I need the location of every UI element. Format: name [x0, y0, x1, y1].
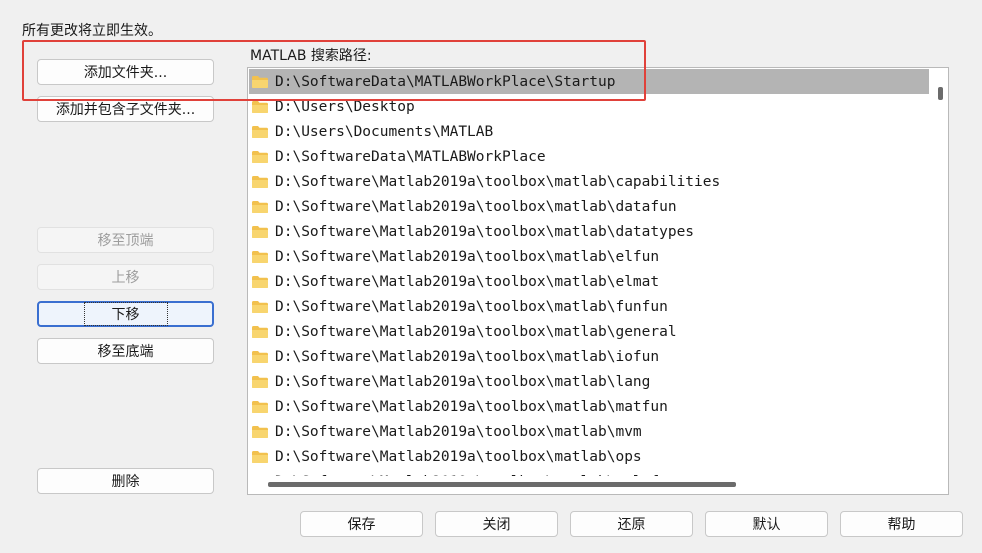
- path-list-item[interactable]: D:\Software\Matlab2019a\toolbox\matlab\d…: [249, 194, 929, 219]
- path-text: D:\Users\Desktop: [275, 98, 415, 115]
- folder-icon: [252, 250, 268, 263]
- path-text: D:\Software\Matlab2019a\toolbox\matlab\e…: [275, 248, 660, 265]
- path-text: D:\Software\Matlab2019a\toolbox\matlab\l…: [275, 373, 651, 390]
- revert-button[interactable]: 还原: [570, 511, 693, 537]
- folder-icon: [252, 150, 268, 163]
- folder-icon: [252, 125, 268, 138]
- save-button[interactable]: 保存: [300, 511, 423, 537]
- folder-icon: [252, 375, 268, 388]
- folder-icon: [252, 75, 268, 88]
- path-text: D:\Software\Matlab2019a\toolbox\matlab\d…: [275, 198, 677, 215]
- folder-icon: [252, 300, 268, 313]
- search-path-viewport: D:\SoftwareData\MATLABWorkPlace\Startup D…: [249, 69, 929, 478]
- path-list-item[interactable]: D:\SoftwareData\MATLABWorkPlace\Startup: [249, 69, 929, 94]
- folder-icon: [252, 100, 268, 113]
- path-text: D:\Software\Matlab2019a\toolbox\matlab\c…: [275, 173, 721, 190]
- add-folder-button[interactable]: 添加文件夹...: [37, 59, 214, 85]
- path-text: D:\SoftwareData\MATLABWorkPlace: [275, 148, 546, 165]
- path-list-item[interactable]: D:\Software\Matlab2019a\toolbox\matlab\d…: [249, 219, 929, 244]
- path-text: D:\SoftwareData\MATLABWorkPlace\Startup: [275, 73, 616, 90]
- vertical-scrollbar[interactable]: [930, 68, 948, 477]
- remove-button[interactable]: 删除: [37, 468, 214, 494]
- path-list-item[interactable]: D:\Users\Documents\MATLAB: [249, 119, 929, 144]
- path-text: D:\Software\Matlab2019a\toolbox\matlab\e…: [275, 273, 660, 290]
- horizontal-scrollbar[interactable]: [248, 476, 928, 494]
- notice-text: 所有更改将立即生效。: [22, 23, 162, 39]
- path-list-item[interactable]: D:\Software\Matlab2019a\toolbox\matlab\e…: [249, 244, 929, 269]
- search-path-label: MATLAB 搜索路径:: [250, 48, 372, 64]
- path-list-item[interactable]: D:\Software\Matlab2019a\toolbox\matlab\i…: [249, 344, 929, 369]
- folder-icon: [252, 350, 268, 363]
- path-list-item[interactable]: D:\Software\Matlab2019a\toolbox\matlab\l…: [249, 369, 929, 394]
- path-list-item[interactable]: D:\Software\Matlab2019a\toolbox\matlab\e…: [249, 269, 929, 294]
- path-list-item[interactable]: D:\Software\Matlab2019a\toolbox\matlab\f…: [249, 294, 929, 319]
- path-text: D:\Software\Matlab2019a\toolbox\matlab\m…: [275, 423, 642, 440]
- search-path-list[interactable]: D:\SoftwareData\MATLABWorkPlace\Startup D…: [247, 67, 949, 495]
- folder-icon: [252, 175, 268, 188]
- path-text: D:\Software\Matlab2019a\toolbox\matlab\g…: [275, 323, 677, 340]
- path-text: D:\Software\Matlab2019a\toolbox\matlab\f…: [275, 298, 668, 315]
- path-list-item[interactable]: D:\SoftwareData\MATLABWorkPlace: [249, 144, 929, 169]
- path-list-item[interactable]: D:\Software\Matlab2019a\toolbox\matlab\o…: [249, 444, 929, 469]
- close-button[interactable]: 关闭: [435, 511, 558, 537]
- path-list-item[interactable]: D:\Software\Matlab2019a\toolbox\matlab\g…: [249, 319, 929, 344]
- folder-icon: [252, 200, 268, 213]
- folder-icon: [252, 275, 268, 288]
- folder-icon: [252, 325, 268, 338]
- path-list-item[interactable]: D:\Software\Matlab2019a\toolbox\matlab\c…: [249, 169, 929, 194]
- move-to-bottom-button[interactable]: 移至底端: [37, 338, 214, 364]
- folder-icon: [252, 425, 268, 438]
- path-text: D:\Software\Matlab2019a\toolbox\matlab\d…: [275, 223, 695, 240]
- path-text: D:\Users\Documents\MATLAB: [275, 123, 494, 140]
- help-button[interactable]: 帮助: [840, 511, 963, 537]
- path-list-item[interactable]: D:\Software\Matlab2019a\toolbox\matlab\m…: [249, 419, 929, 444]
- path-text: D:\Software\Matlab2019a\toolbox\matlab\i…: [275, 348, 660, 365]
- path-list-item[interactable]: D:\Software\Matlab2019a\toolbox\matlab\m…: [249, 394, 929, 419]
- vertical-scroll-thumb[interactable]: [938, 87, 943, 100]
- horizontal-scroll-thumb[interactable]: [268, 482, 736, 487]
- move-to-top-button[interactable]: 移至顶端: [37, 227, 214, 253]
- move-down-label: 下移: [83, 302, 168, 326]
- path-list-item[interactable]: D:\Users\Desktop: [249, 94, 929, 119]
- add-with-subfolders-button[interactable]: 添加并包含子文件夹...: [37, 96, 214, 122]
- default-button[interactable]: 默认: [705, 511, 828, 537]
- folder-icon: [252, 450, 268, 463]
- folder-icon: [252, 225, 268, 238]
- move-down-button[interactable]: 下移: [37, 301, 214, 327]
- path-text: D:\Software\Matlab2019a\toolbox\matlab\o…: [275, 448, 642, 465]
- path-text: D:\Software\Matlab2019a\toolbox\matlab\m…: [275, 398, 668, 415]
- move-up-button[interactable]: 上移: [37, 264, 214, 290]
- folder-icon: [252, 400, 268, 413]
